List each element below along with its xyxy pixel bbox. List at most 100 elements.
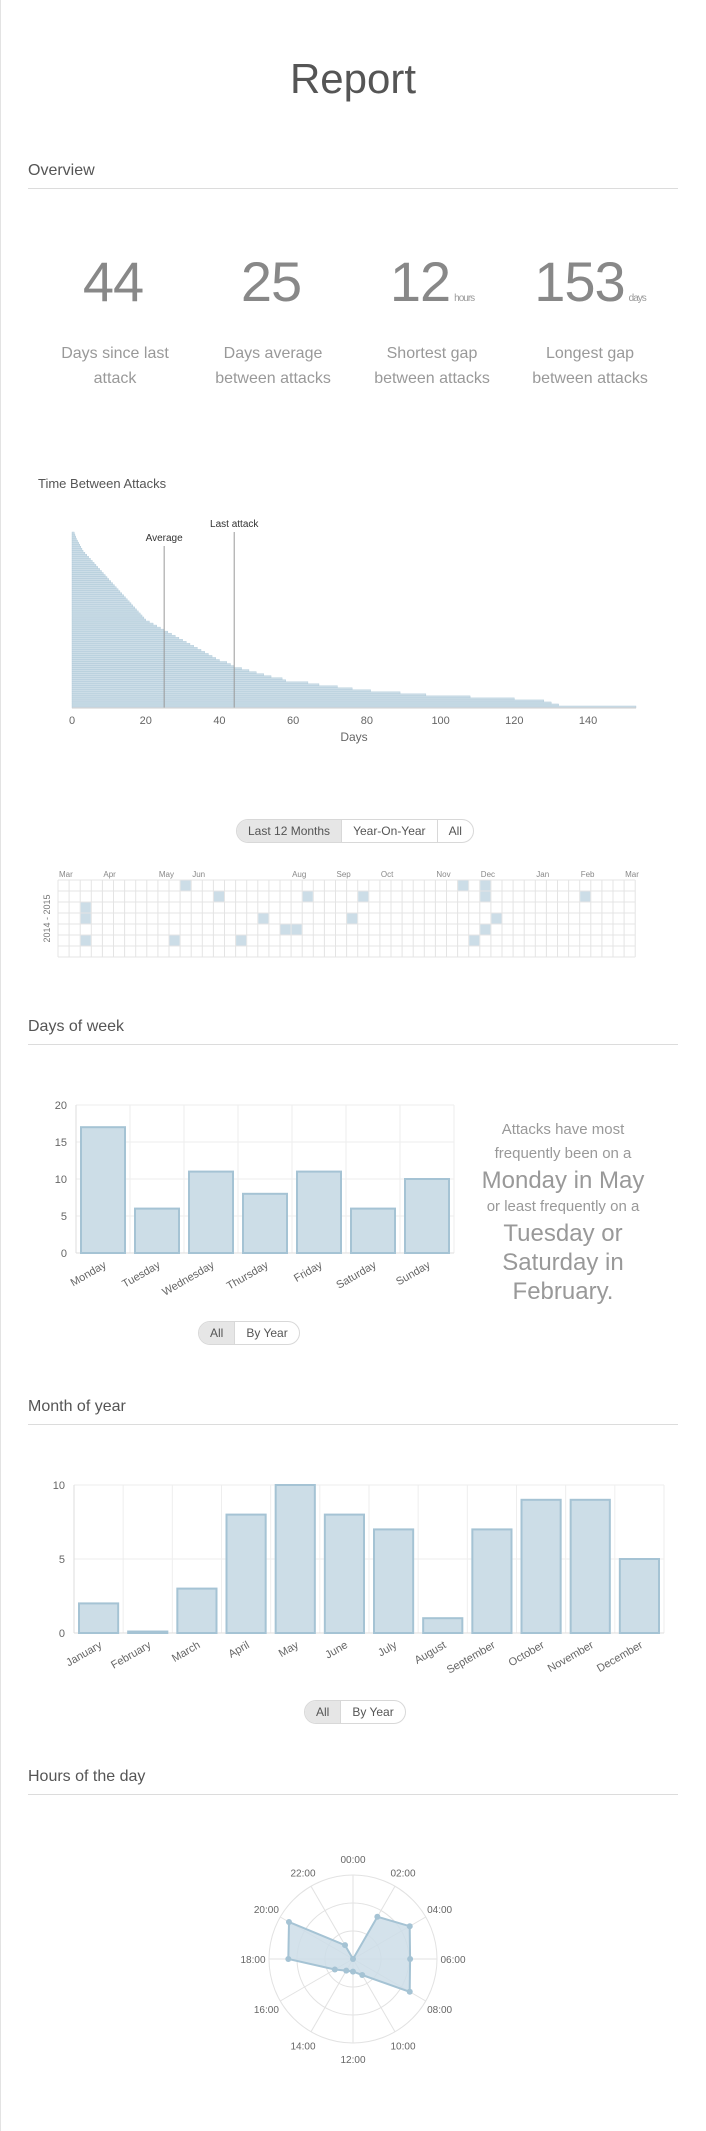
page-left-border: [0, 0, 1, 2131]
radar-label: 00:00: [340, 1855, 365, 1866]
attack-cell: [469, 935, 480, 946]
attack-cell: [180, 880, 191, 891]
gap-bar: [71, 643, 191, 646]
gap-bar: [71, 651, 205, 654]
radar-label: 22:00: [290, 1868, 315, 1879]
section-hours-of-day-heading: Hours of the day: [28, 1768, 678, 1795]
bar: [188, 1170, 234, 1254]
gap-bar: [71, 533, 76, 537]
gap-bar: [71, 531, 75, 535]
stat-average-gap: 25 Days average between attacks: [198, 250, 348, 391]
radar-label: 20:00: [254, 1905, 279, 1916]
x-axis-label: Days: [340, 730, 367, 744]
month-filter-all-button[interactable]: All: [305, 1701, 342, 1723]
gap-bar: [71, 598, 128, 601]
stat-longest-gap: 153 days Longest gap between attacks: [515, 250, 665, 391]
x-tick-label: May: [277, 1639, 301, 1660]
summary-text: or least frequently on a: [486, 1198, 640, 1215]
gap-bar: [71, 695, 471, 699]
gap-bar: [71, 588, 119, 591]
gap-bar: [71, 645, 194, 648]
gap-bar: [71, 572, 104, 575]
radar-point: [331, 1966, 338, 1973]
month-label: Jun: [192, 870, 205, 879]
stat-value: 25: [240, 250, 302, 313]
gap-bar: [71, 699, 545, 703]
bar: [296, 1170, 342, 1254]
gap-bar: [71, 637, 180, 640]
month-filter-by-year-button[interactable]: By Year: [341, 1701, 404, 1723]
gap-bar: [71, 568, 100, 571]
gap-bar: [71, 548, 83, 551]
section-month-of-year-heading: Month of year: [28, 1398, 678, 1425]
filter-all-button[interactable]: All: [438, 820, 473, 842]
month-of-year-chart: 0 5 10 January February March April May June July…: [53, 1480, 665, 1677]
radar-point: [285, 1956, 292, 1962]
dow-filter-by-year-button[interactable]: By Year: [235, 1322, 298, 1344]
gap-bar: [71, 618, 146, 622]
days-of-week-filter: All By Year: [198, 1321, 300, 1345]
bar: [471, 1528, 513, 1634]
x-tick-label: January: [64, 1639, 104, 1669]
gap-bar: [71, 539, 78, 543]
month-label: Mar: [59, 870, 73, 879]
gap-bar: [71, 626, 161, 630]
month-label: Apr: [103, 870, 116, 879]
gap-bar: [71, 550, 84, 553]
x-tick-label: Saturday: [334, 1259, 379, 1292]
gap-bar: [71, 552, 86, 555]
weekday-summary: Attacks have most frequently been on a M…: [478, 1118, 648, 1306]
summary-text: Attacks have most frequently been on a: [494, 1121, 632, 1162]
y-tick-label: 15: [55, 1137, 67, 1149]
stat-unit: days: [628, 293, 647, 304]
stat-value: 153: [534, 250, 625, 313]
month-label: Feb: [581, 870, 595, 879]
bar: [127, 1630, 169, 1635]
gap-bar: [71, 580, 111, 583]
gap-bar: [71, 586, 117, 589]
y-tick-label: 0: [61, 1248, 67, 1260]
gap-bar: [71, 661, 227, 664]
time-between-attacks-chart: Time Between Attacks Average Last attack 0 2…: [38, 476, 637, 744]
gap-bar: [71, 562, 95, 565]
gap-bar: [71, 685, 338, 688]
x-tick-label: Monday: [69, 1259, 109, 1289]
gap-bar: [71, 628, 165, 632]
radar-label: 16:00: [254, 2005, 279, 2016]
gap-bar: [71, 576, 108, 579]
filter-last-12-months-button[interactable]: Last 12 Months: [237, 820, 343, 842]
x-tick-label: 40: [213, 715, 225, 727]
radar-label: 14:00: [290, 2042, 315, 2053]
x-tick-label: Thursday: [225, 1259, 271, 1293]
bar: [176, 1587, 218, 1634]
marker-label: Average: [146, 533, 184, 544]
dow-filter-all-button[interactable]: All: [199, 1322, 236, 1344]
gap-bar: [71, 614, 143, 618]
gap-bar: [71, 541, 79, 545]
marker-label: Last attack: [210, 519, 259, 530]
radar-point: [406, 1988, 413, 1995]
attack-cell: [80, 902, 91, 913]
y-tick-label: 10: [53, 1480, 65, 1492]
stat-value: 12: [389, 250, 451, 313]
y-tick-label: 20: [55, 1100, 67, 1112]
gap-bar: [71, 641, 187, 644]
y-tick-label: 10: [55, 1174, 67, 1186]
bar: [78, 1602, 120, 1634]
gap-bar: [71, 560, 93, 563]
gap-bar: [71, 634, 176, 638]
attack-cell: [480, 880, 491, 891]
gap-bar: [71, 659, 220, 662]
month-label: Mar: [625, 870, 639, 879]
x-tick-label: November: [546, 1639, 596, 1675]
gap-bar: [71, 558, 91, 561]
gap-bar: [71, 612, 141, 616]
y-tick-label: 5: [59, 1554, 65, 1566]
gap-bar: [71, 679, 286, 682]
radar-label: 06:00: [440, 1955, 465, 1966]
filter-year-on-year-button[interactable]: Year-On-Year: [342, 820, 438, 842]
bar: [404, 1178, 450, 1254]
attack-cell: [491, 913, 502, 924]
bar: [520, 1498, 562, 1634]
x-tick-label: Wednesday: [160, 1259, 217, 1299]
